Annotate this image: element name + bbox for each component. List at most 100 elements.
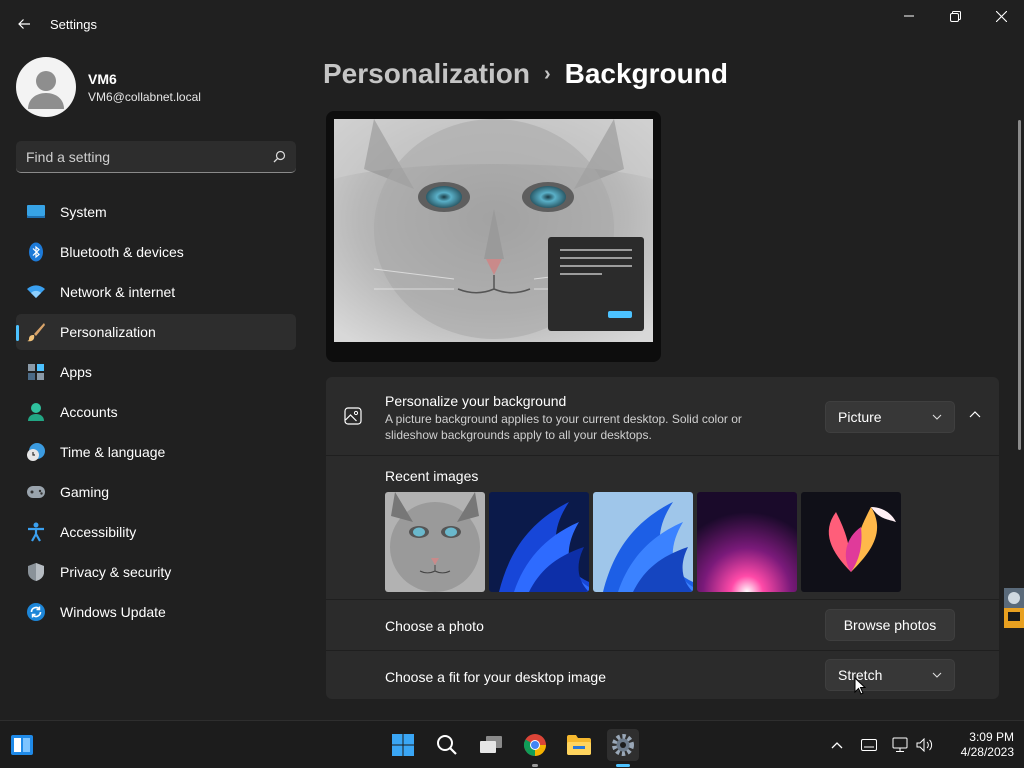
fit-value: Stretch	[838, 667, 883, 683]
background-type-dropdown[interactable]: Picture	[825, 401, 955, 433]
sidebar-item-time-language[interactable]: Time & language	[16, 434, 296, 470]
sidebar-item-personalization[interactable]: Personalization	[16, 314, 296, 350]
user-email: VM6@collabnet.local	[88, 89, 201, 104]
sidebar-item-label: Bluetooth & devices	[60, 244, 184, 260]
personalize-background-row: Personalize your background A picture ba…	[326, 377, 999, 456]
person-icon	[26, 402, 46, 422]
chevron-right-icon: ›	[543, 62, 551, 85]
gear-icon	[612, 734, 634, 756]
bluetooth-icon	[26, 242, 46, 262]
network-tray-button[interactable]	[889, 733, 913, 757]
page-title: Background	[564, 58, 728, 89]
start-button[interactable]	[387, 729, 419, 761]
sidebar-item-gaming[interactable]: Gaming	[16, 474, 296, 510]
sidebar-item-label: Network & internet	[60, 284, 176, 300]
side-tray-widget[interactable]	[1004, 588, 1024, 628]
recent-image-bloom-light[interactable]	[593, 492, 693, 592]
sidebar-item-label: Privacy & security	[60, 564, 172, 580]
recent-images-list	[385, 492, 901, 592]
restore-icon	[949, 10, 961, 22]
sidebar-item-label: Accessibility	[60, 524, 137, 540]
recent-image-bloom-dark[interactable]	[489, 492, 589, 592]
back-button[interactable]	[10, 10, 38, 38]
sidebar-item-windows-update[interactable]: Windows Update	[16, 594, 296, 630]
chevron-up-icon	[969, 410, 981, 417]
active-indicator	[616, 764, 630, 767]
sidebar-item-bluetooth[interactable]: Bluetooth & devices	[16, 234, 296, 270]
settings-app-button[interactable]	[607, 729, 639, 767]
sidebar-item-label: Windows Update	[60, 604, 166, 620]
recent-images-label: Recent images	[385, 468, 479, 484]
sidebar-item-label: Apps	[60, 364, 92, 380]
minimize-icon	[904, 15, 914, 17]
back-arrow-icon	[18, 19, 30, 29]
gamepad-icon	[26, 482, 46, 502]
refresh-icon	[26, 602, 46, 622]
chrome-app-button[interactable]	[519, 729, 551, 767]
chevron-down-icon	[932, 672, 942, 678]
sidebar-item-accessibility[interactable]: Accessibility	[16, 514, 296, 550]
title-bar: Settings	[0, 0, 1024, 48]
restore-button[interactable]	[932, 0, 978, 32]
user-profile[interactable]: VM6 VM6@collabnet.local	[16, 57, 201, 117]
sidebar-item-label: Gaming	[60, 484, 110, 500]
personalize-background-description: A picture background applies to your cur…	[385, 412, 742, 442]
minimize-button[interactable]	[886, 0, 932, 32]
browse-photos-button[interactable]: Browse photos	[825, 609, 955, 641]
breadcrumb: Personalization › Background	[323, 58, 728, 90]
sidebar-item-accounts[interactable]: Accounts	[16, 394, 296, 430]
taskbar-search-button[interactable]	[431, 729, 463, 761]
desktop-preview	[326, 111, 661, 362]
taskbar: 3:09 PM 4/28/2023	[0, 720, 1024, 768]
close-button[interactable]	[978, 0, 1024, 32]
sidebar-item-label: Personalization	[60, 324, 156, 340]
recent-images-row: Recent images	[326, 456, 999, 600]
touch-keyboard-button[interactable]	[857, 733, 881, 757]
picture-icon	[344, 407, 362, 430]
network-icon	[892, 737, 908, 752]
keyboard-icon	[861, 739, 877, 751]
recent-image-cat[interactable]	[385, 492, 485, 592]
mouse-cursor-icon	[854, 677, 866, 695]
folder-icon	[567, 735, 591, 755]
shield-icon	[26, 562, 46, 582]
close-icon	[995, 10, 1007, 22]
search-box[interactable]	[16, 141, 296, 173]
app-title: Settings	[50, 17, 97, 32]
file-explorer-button[interactable]	[563, 729, 595, 761]
breadcrumb-parent[interactable]: Personalization	[323, 58, 530, 90]
sidebar-item-label: Time & language	[60, 444, 166, 460]
fit-dropdown[interactable]: Stretch	[825, 659, 955, 691]
clock-date: 4/28/2023	[960, 745, 1014, 759]
recent-image-flower[interactable]	[801, 492, 901, 592]
choose-photo-label: Choose a photo	[385, 618, 484, 634]
system-clock[interactable]: 3:09 PM 4/28/2023	[944, 730, 1014, 760]
clock-globe-icon	[26, 442, 46, 462]
sidebar-item-network[interactable]: Network & internet	[16, 274, 296, 310]
collapse-button[interactable]	[962, 401, 988, 427]
choose-photo-row: Choose a photo Browse photos	[326, 600, 999, 651]
sidebar-item-label: System	[60, 204, 107, 220]
search-icon	[273, 150, 286, 163]
personalize-background-title: Personalize your background	[385, 393, 567, 409]
sidebar-item-privacy[interactable]: Privacy & security	[16, 554, 296, 590]
sidebar-item-apps[interactable]: Apps	[16, 354, 296, 390]
vertical-scrollbar[interactable]	[1018, 120, 1021, 450]
speaker-icon	[916, 738, 933, 752]
widgets-icon	[11, 735, 33, 755]
background-type-value: Picture	[838, 409, 882, 425]
show-hidden-icons-button[interactable]	[825, 733, 849, 757]
search-input[interactable]	[26, 148, 273, 165]
person-silhouette-icon	[28, 71, 64, 109]
windows-logo-icon	[392, 734, 414, 756]
monitor-icon	[26, 202, 46, 222]
sidebar-item-system[interactable]: System	[16, 194, 296, 230]
widgets-button[interactable]	[6, 729, 38, 761]
recent-image-glow[interactable]	[697, 492, 797, 592]
avatar	[16, 57, 76, 117]
task-view-button[interactable]	[475, 729, 507, 761]
volume-tray-button[interactable]	[913, 733, 937, 757]
sidebar-nav: System Bluetooth & devices Network & int…	[16, 194, 296, 634]
chevron-down-icon	[932, 414, 942, 420]
sidebar-item-label: Accounts	[60, 404, 118, 420]
